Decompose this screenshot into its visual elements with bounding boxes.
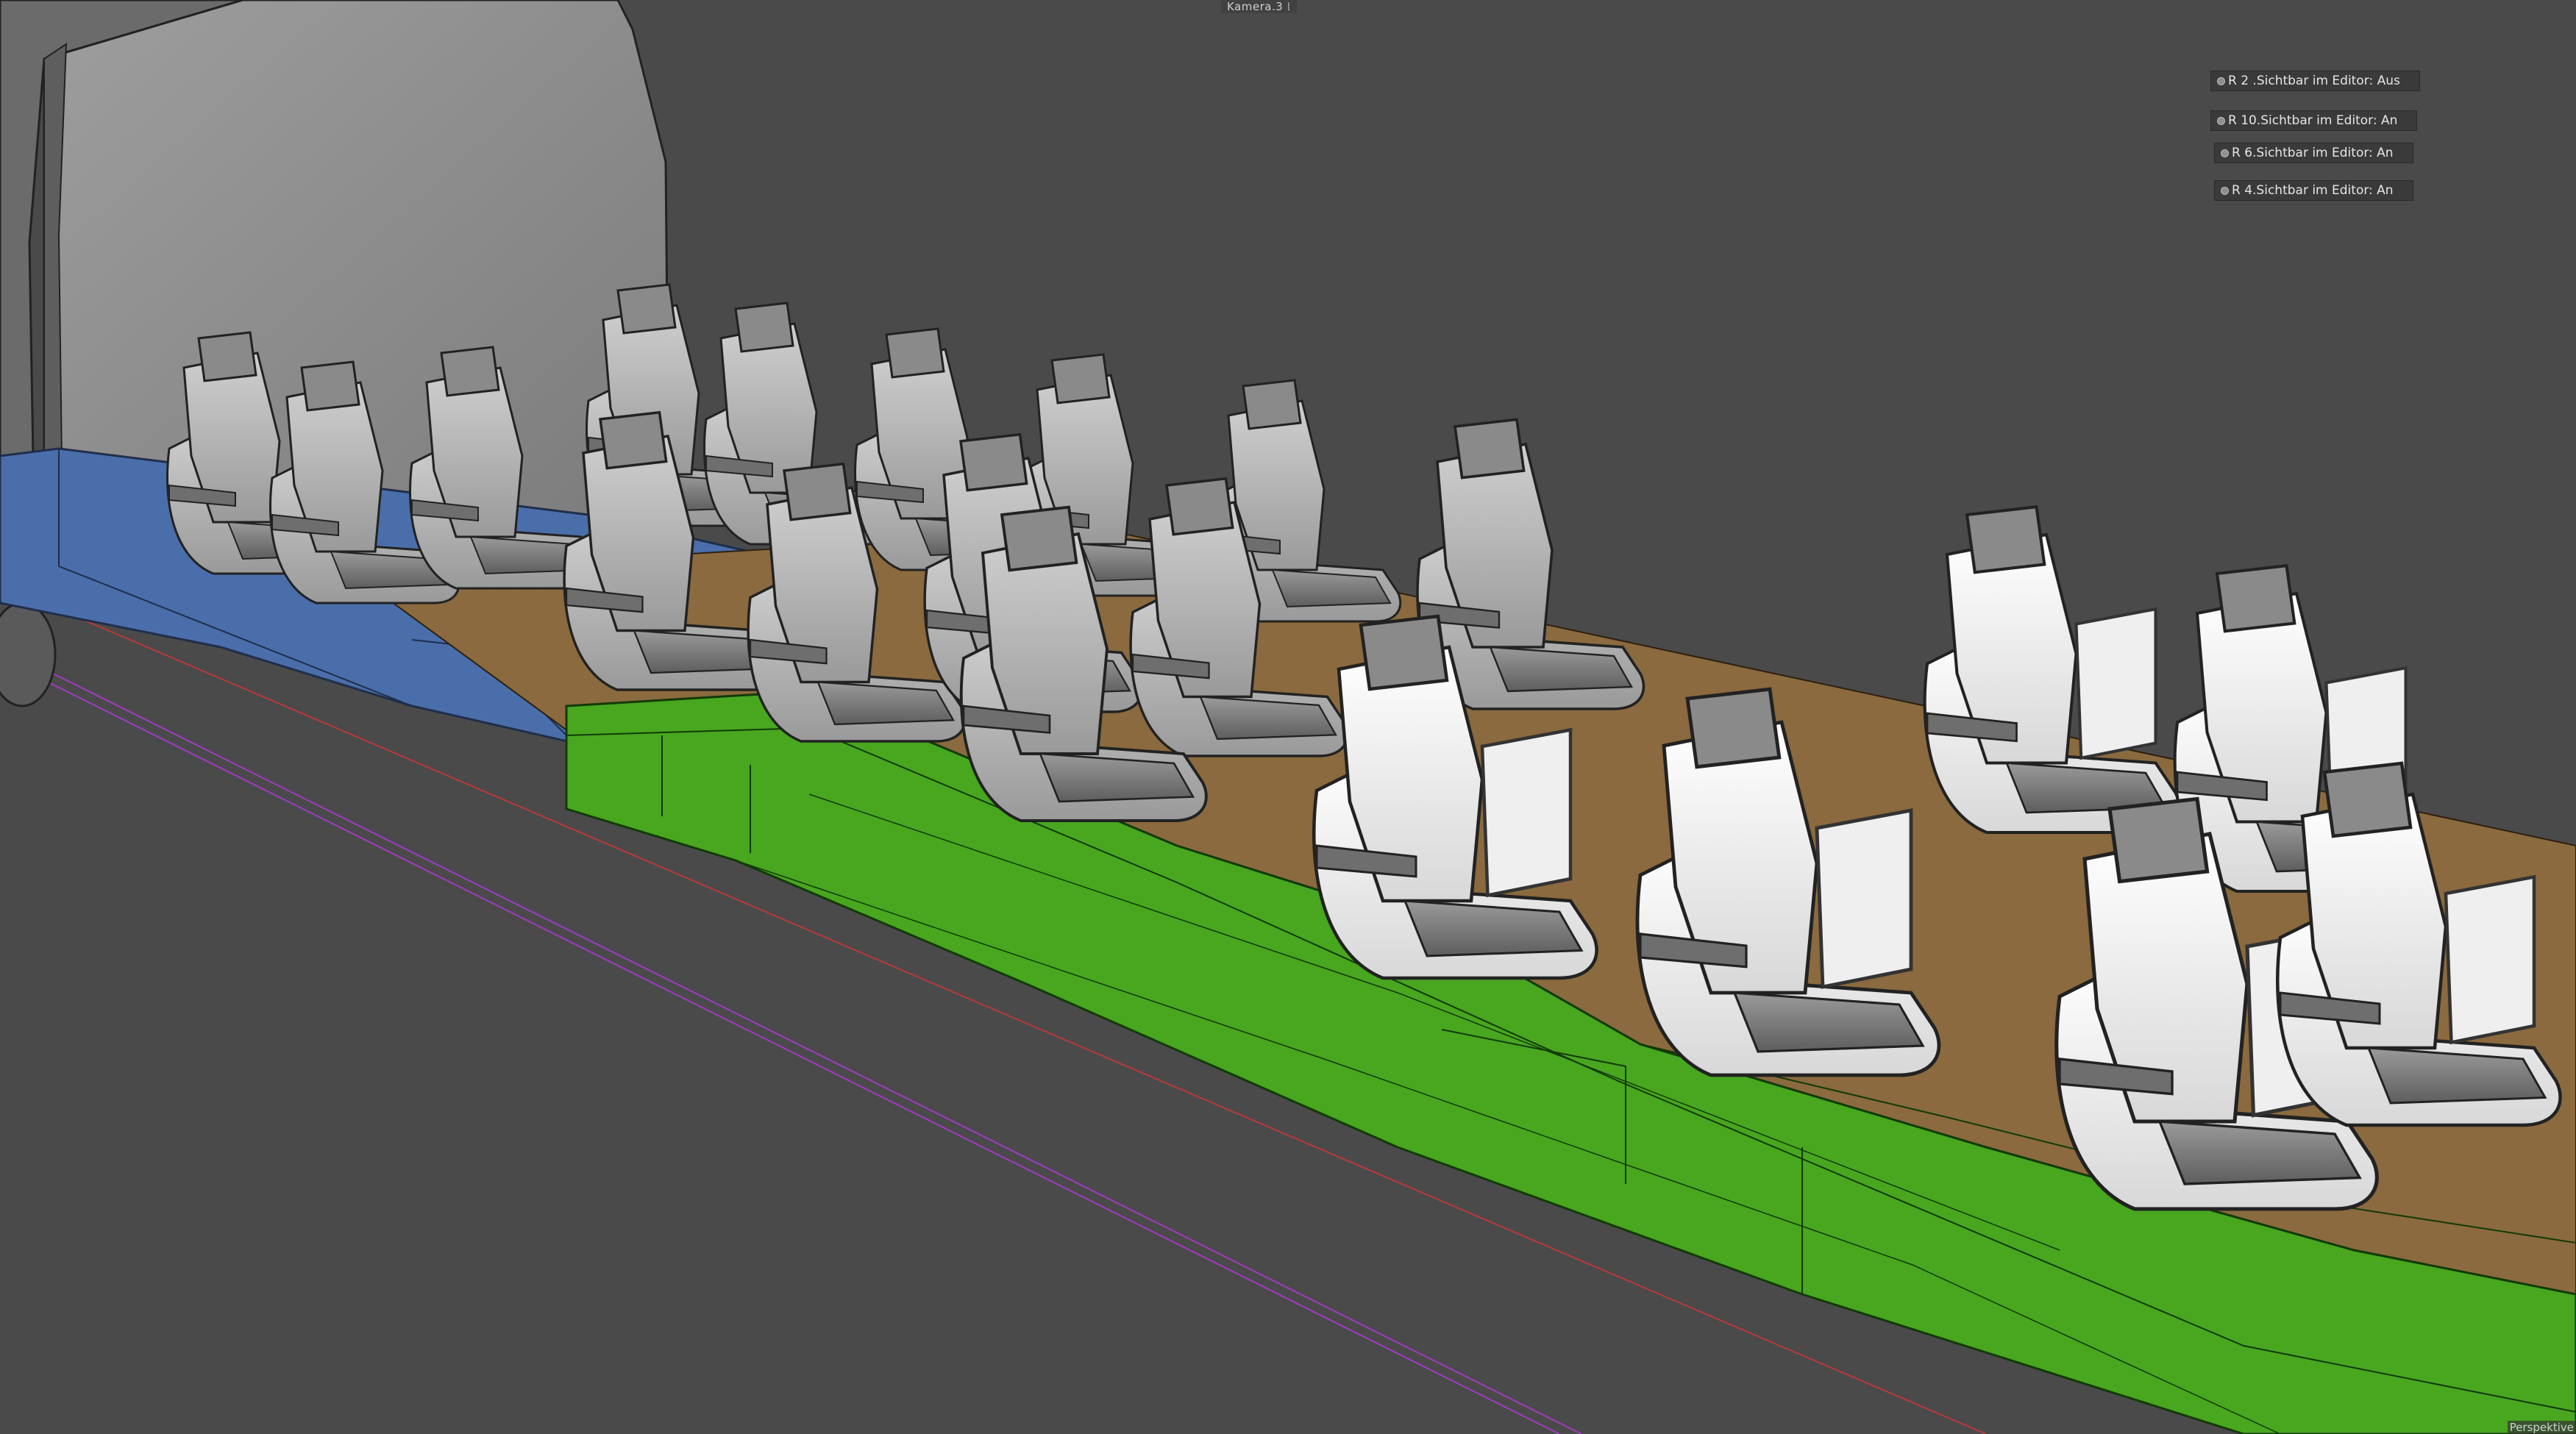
layer-dot-icon: [2217, 116, 2225, 125]
layer-tag-label: R 10.Sichtbar im Editor: An: [2228, 113, 2398, 128]
scene-canvas[interactable]: [0, 0, 2576, 1434]
3d-viewport[interactable]: Kamera.3 ⁞ R 2 .Sichtbar im Editor: Aus …: [0, 0, 2576, 1434]
layer-dot-icon: [2217, 76, 2225, 85]
layer-tag-r2[interactable]: R 2 .Sichtbar im Editor: Aus: [2210, 71, 2420, 91]
layer-dot-icon: [2221, 186, 2229, 195]
seat: [1923, 504, 2181, 835]
layer-dot-icon: [2221, 149, 2229, 157]
layer-tag-label: R 4.Sichtbar im Editor: An: [2232, 183, 2394, 198]
camera-label[interactable]: Kamera.3 ⁞: [1221, 0, 1297, 13]
projection-label[interactable]: Perspektive: [2507, 1421, 2576, 1434]
layer-tag-label: R 2 .Sichtbar im Editor: Aus: [2228, 74, 2400, 88]
layer-tag-label: R 6.Sichtbar im Editor: An: [2232, 146, 2394, 160]
layer-tag-r4[interactable]: R 4.Sichtbar im Editor: An: [2214, 180, 2413, 201]
layer-tag-r10[interactable]: R 10.Sichtbar im Editor: An: [2210, 110, 2418, 131]
layer-tag-r6[interactable]: R 6.Sichtbar im Editor: An: [2214, 143, 2413, 163]
seat: [2276, 761, 2562, 1127]
